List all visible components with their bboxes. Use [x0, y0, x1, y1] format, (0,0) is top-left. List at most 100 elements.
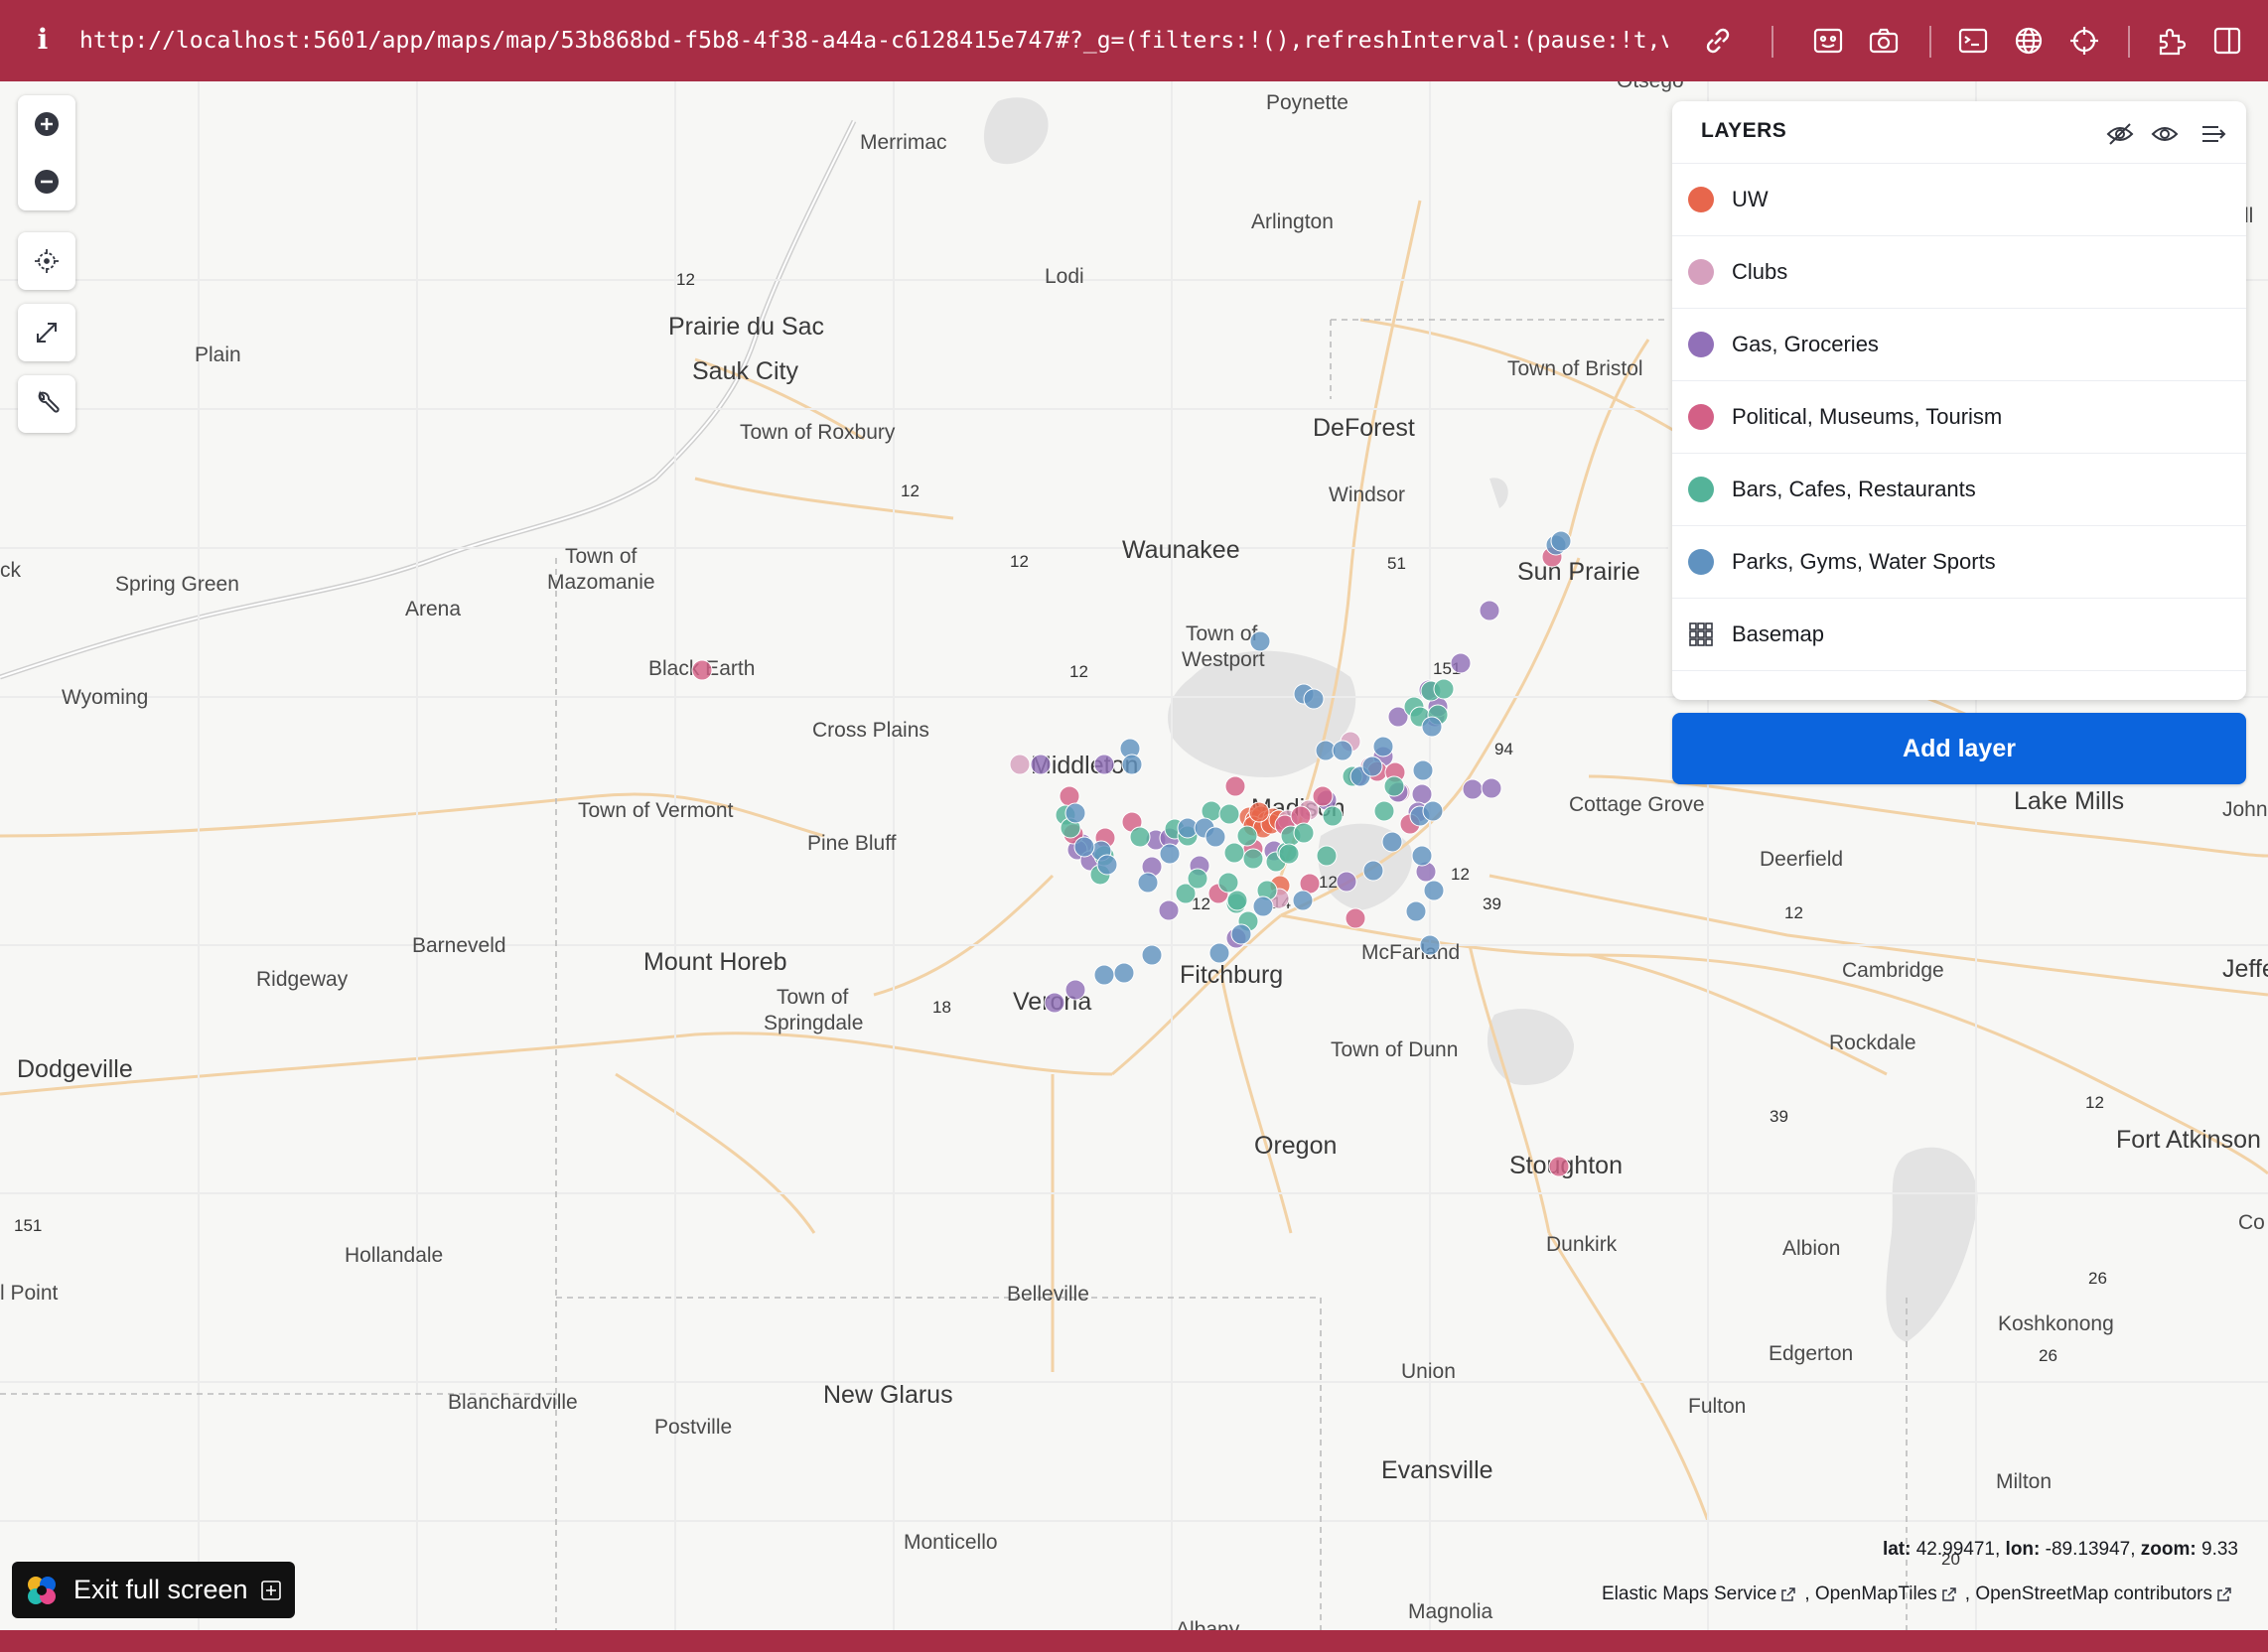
exit-fullscreen-button[interactable]: Exit full screen [12, 1562, 295, 1618]
extension-icon[interactable] [2155, 24, 2189, 58]
layer-row[interactable]: Political, Museums, Tourism [1672, 380, 2246, 453]
map-point-bars[interactable] [1223, 842, 1245, 864]
map-point-pol[interactable] [691, 659, 713, 681]
map-point-bars[interactable] [1278, 843, 1300, 865]
map-point-bars[interactable] [1322, 805, 1344, 827]
map-point-gas[interactable] [1462, 778, 1484, 800]
map-point-parks[interactable] [1064, 802, 1086, 824]
map-point-bars[interactable] [1242, 848, 1264, 870]
collapse-panel-icon[interactable] [2198, 119, 2228, 149]
fit-bounds-button[interactable] [18, 304, 75, 361]
map-point-parks[interactable] [1422, 800, 1444, 822]
map-point-bars[interactable] [1129, 826, 1151, 848]
split-panel-icon[interactable] [2210, 24, 2244, 58]
map-point-bars[interactable] [1236, 825, 1258, 847]
map-point-pol[interactable] [1345, 907, 1366, 929]
map-point-bars[interactable] [1316, 845, 1338, 867]
face-icon[interactable] [1811, 24, 1845, 58]
globe-icon[interactable] [2012, 24, 2046, 58]
map-point-parks[interactable] [1362, 860, 1384, 882]
map-point-uw[interactable] [1248, 801, 1270, 823]
camera-icon[interactable] [1867, 24, 1901, 58]
map-point-parks[interactable] [1292, 890, 1314, 911]
map-point-parks[interactable] [1381, 831, 1403, 853]
layer-row[interactable]: Bars, Cafes, Restaurants [1672, 453, 2246, 525]
map-point-parks[interactable] [1096, 854, 1118, 876]
attribution-ems-link[interactable]: Elastic Maps Service [1602, 1583, 1776, 1604]
attribution-omt-link[interactable]: OpenMapTiles [1815, 1583, 1937, 1604]
toolbar-separator [1929, 26, 1931, 58]
map-point-parks[interactable] [1252, 895, 1274, 917]
map-point-gas[interactable] [1044, 992, 1065, 1014]
map-point-bars[interactable] [1217, 872, 1239, 894]
map-point-parks[interactable] [1205, 826, 1226, 848]
show-all-layers-icon[interactable] [2150, 119, 2180, 149]
window-bottom-border [0, 1630, 2268, 1652]
info-icon[interactable]: i [28, 22, 58, 58]
crosshair-icon[interactable] [2067, 24, 2101, 58]
map-point-parks[interactable] [1093, 964, 1115, 986]
map-point-bars[interactable] [1226, 890, 1248, 911]
layer-label: Basemap [1732, 621, 1824, 646]
layer-row[interactable]: UW [1672, 163, 2246, 235]
link-icon[interactable] [1701, 24, 1735, 58]
map-point-parks[interactable] [1208, 942, 1230, 964]
map-point-parks[interactable] [1249, 630, 1271, 652]
map-point-gas[interactable] [1064, 979, 1086, 1001]
map-point-parks[interactable] [1423, 880, 1445, 901]
map-point-parks[interactable] [1137, 872, 1159, 894]
zoom-in-button[interactable] [18, 95, 75, 153]
coordinate-readout: lat: 42.99471, lon: -89.13947, zoom: 9.3… [1882, 1539, 2238, 1560]
map-point-parks[interactable] [1121, 754, 1143, 775]
layer-row[interactable]: Clubs [1672, 235, 2246, 308]
map-point-bars[interactable] [1218, 803, 1240, 825]
map-point-gas[interactable] [1479, 600, 1500, 621]
map-point-parks[interactable] [1405, 900, 1427, 922]
map-point-gas[interactable] [1411, 783, 1433, 805]
map-point-parks[interactable] [1230, 923, 1252, 945]
map-point-parks[interactable] [1113, 962, 1135, 984]
map-point-parks[interactable] [1372, 736, 1394, 757]
external-link-icon [2217, 1587, 2231, 1601]
map-point-parks[interactable] [1303, 688, 1325, 710]
layer-color-swatch [1688, 259, 1714, 285]
map-point-parks[interactable] [1361, 756, 1383, 777]
map-point-gas[interactable] [1158, 899, 1180, 921]
map-point-bars[interactable] [1187, 868, 1208, 890]
map-point-parks[interactable] [1419, 934, 1441, 956]
map-point-parks[interactable] [1332, 740, 1353, 761]
map-point-pol[interactable] [1312, 785, 1334, 807]
zoom-out-button[interactable] [18, 153, 75, 210]
map-point-gas[interactable] [1336, 871, 1357, 893]
locate-button[interactable] [18, 232, 75, 290]
layer-row[interactable]: Gas, Groceries [1672, 308, 2246, 380]
map-point-bars[interactable] [1373, 800, 1395, 822]
map-point-clubs[interactable] [1009, 754, 1031, 775]
map-point-parks[interactable] [1159, 843, 1181, 865]
map-point-parks[interactable] [1141, 944, 1163, 966]
map-point-parks[interactable] [1421, 716, 1443, 738]
map-point-bars[interactable] [1293, 822, 1315, 844]
map-point-parks[interactable] [1412, 759, 1434, 781]
terminal-icon[interactable] [1956, 24, 1990, 58]
url-bar[interactable]: http://localhost:5601/app/maps/map/53b86… [79, 22, 1668, 60]
map-point-pol[interactable] [1224, 775, 1246, 797]
attribution-osm-link[interactable]: OpenStreetMap contributors [1975, 1583, 2212, 1604]
map-point-pol[interactable] [1548, 1156, 1570, 1177]
map-canvas[interactable]: Poynette Merrimac Arlington Lodi Prairie… [0, 81, 2268, 1630]
map-point-bars[interactable] [1383, 775, 1405, 797]
map-point-bars[interactable] [1433, 678, 1455, 700]
layer-row[interactable]: Basemap [1672, 598, 2246, 671]
map-point-gas[interactable] [1030, 754, 1052, 775]
hide-all-layers-icon[interactable] [2105, 119, 2135, 149]
map-point-parks[interactable] [1550, 530, 1572, 552]
add-layer-button[interactable]: Add layer [1672, 713, 2246, 784]
map-point-parks[interactable] [1073, 836, 1095, 858]
map-point-gas[interactable] [1450, 652, 1472, 674]
map-point-gas[interactable] [1093, 754, 1115, 775]
exit-fullscreen-label: Exit full screen [73, 1575, 248, 1604]
map-point-gas[interactable] [1481, 777, 1502, 799]
layer-row[interactable]: Parks, Gyms, Water Sports [1672, 525, 2246, 598]
map-point-parks[interactable] [1411, 845, 1433, 867]
tools-button[interactable] [18, 375, 75, 433]
